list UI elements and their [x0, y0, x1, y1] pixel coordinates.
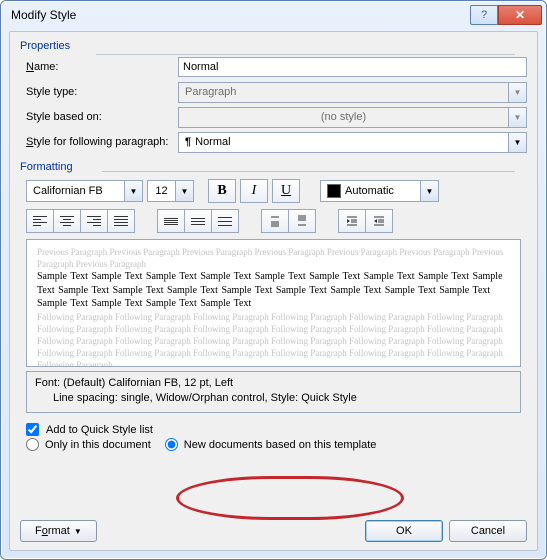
following-field[interactable]: ¶Normal [178, 132, 508, 153]
preview-sample: Sample Text Sample Text Sample Text Samp… [37, 270, 510, 311]
align-justify-button[interactable] [107, 209, 135, 233]
following-dropdown[interactable]: ▼ [508, 132, 527, 153]
indent-increase-button[interactable] [365, 209, 393, 233]
space-before-dec-button[interactable] [288, 209, 316, 233]
name-label: Name: [20, 61, 178, 73]
font-size-field[interactable]: 12 [147, 180, 175, 202]
window-title: Modify Style [11, 8, 470, 22]
help-button[interactable]: ? [470, 5, 498, 25]
following-value: Normal [195, 136, 230, 148]
font-color-dropdown[interactable]: ▼ [420, 180, 439, 202]
underline-button[interactable]: U [272, 179, 300, 203]
color-swatch [327, 184, 341, 198]
following-label: Style for following paragraph: [20, 136, 178, 148]
preview-following: Following Paragraph Following Paragraph … [37, 311, 510, 367]
add-quick-style-label[interactable]: Add to Quick Style list [46, 424, 153, 436]
based-on-label: Style based on: [20, 111, 178, 123]
based-on-dropdown: ▼ [508, 107, 527, 128]
format-button[interactable]: Format▼ [20, 520, 97, 542]
font-size-dropdown[interactable]: ▼ [175, 180, 194, 202]
style-description: Font: (Default) Californian FB, 12 pt, L… [26, 371, 521, 413]
align-left-button[interactable] [26, 209, 53, 233]
ok-button[interactable]: OK [365, 520, 443, 542]
font-color-field[interactable]: Automatic [320, 180, 420, 202]
style-type-field: Paragraph [178, 82, 508, 103]
font-name-dropdown[interactable]: ▼ [124, 180, 143, 202]
based-on-field: (no style) [178, 107, 508, 128]
modify-style-dialog: Modify Style ? ✕ Properties Name: Style … [0, 0, 547, 560]
style-type-label: Style type: [20, 86, 178, 98]
spacing-1-button[interactable] [157, 209, 184, 233]
name-input[interactable] [178, 57, 527, 77]
cancel-button[interactable]: Cancel [449, 520, 527, 542]
font-name-field[interactable]: Californian FB [26, 180, 124, 202]
indent-decrease-button[interactable] [338, 209, 365, 233]
align-right-button[interactable] [80, 209, 107, 233]
space-before-inc-button[interactable] [261, 209, 288, 233]
bold-button[interactable]: B [208, 179, 236, 203]
annotation-callout [176, 476, 404, 520]
new-documents-radio[interactable]: New documents based on this template [165, 438, 377, 451]
titlebar: Modify Style ? ✕ [1, 1, 546, 29]
spacing-2-button[interactable] [211, 209, 239, 233]
italic-button[interactable]: I [240, 179, 268, 203]
only-in-document-radio[interactable]: Only in this document [26, 438, 151, 451]
style-type-dropdown: ▼ [508, 82, 527, 103]
close-button[interactable]: ✕ [498, 5, 542, 25]
add-quick-style-checkbox[interactable] [26, 423, 39, 436]
preview-pane: Previous Paragraph Previous Paragraph Pr… [26, 239, 521, 367]
properties-heading: Properties [20, 40, 527, 52]
align-center-button[interactable] [53, 209, 80, 233]
preview-previous: Previous Paragraph Previous Paragraph Pr… [37, 246, 510, 270]
spacing-15-button[interactable] [184, 209, 211, 233]
